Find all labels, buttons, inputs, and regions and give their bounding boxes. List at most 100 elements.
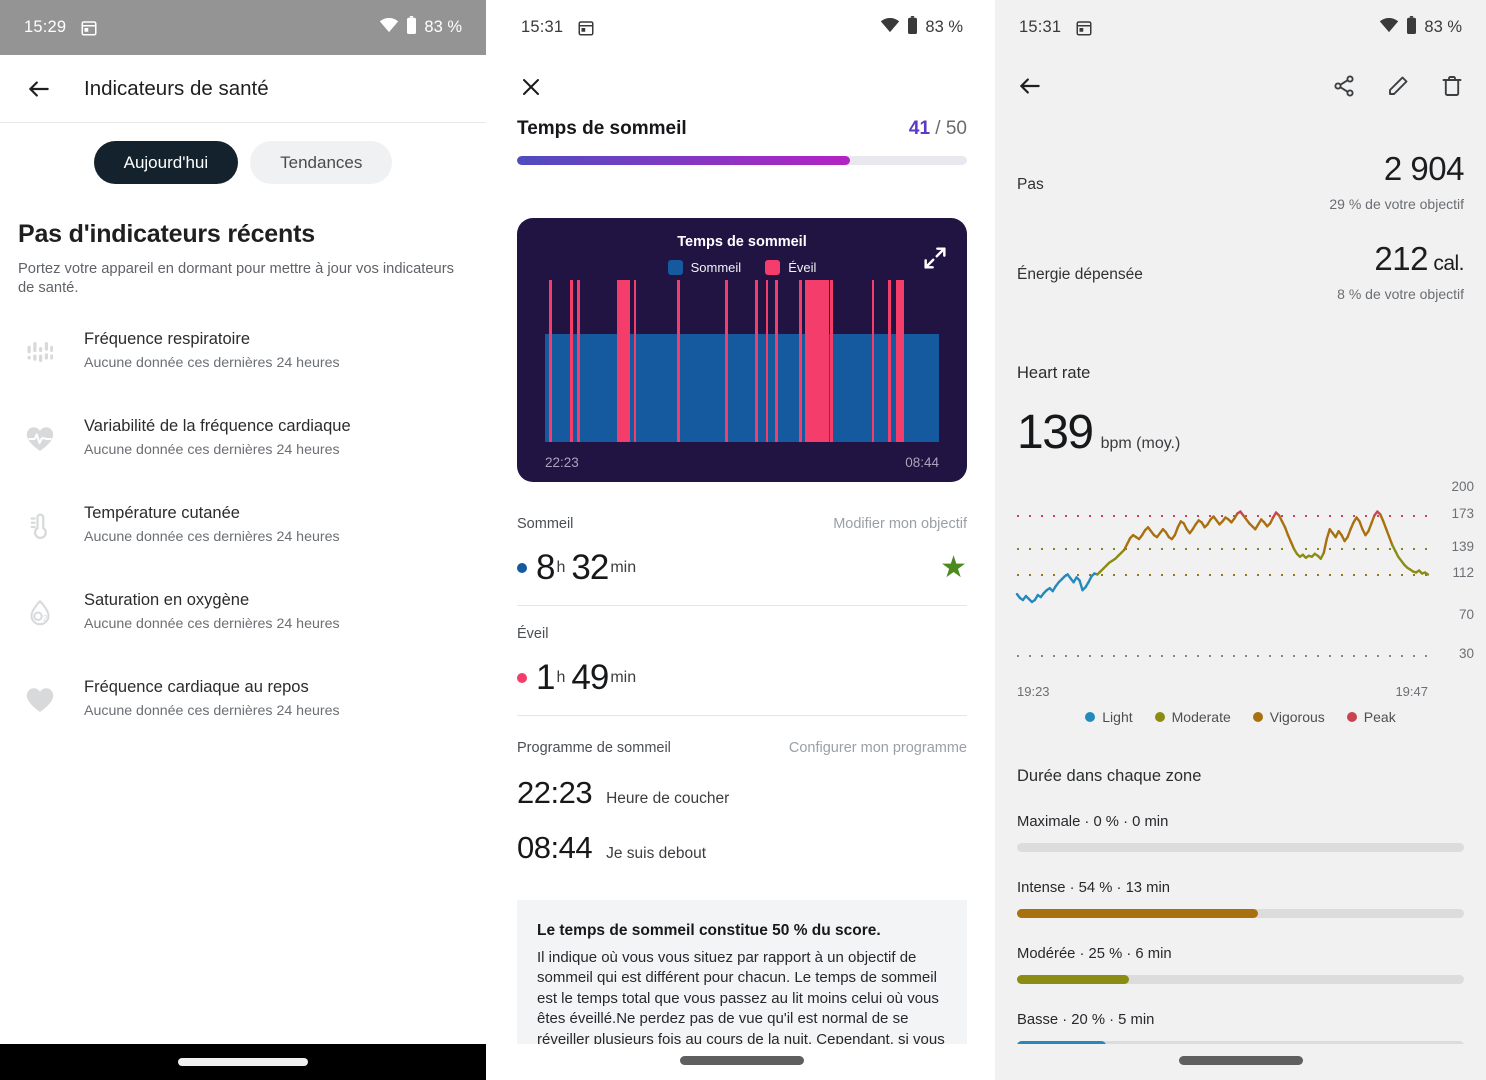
metric-label: Fréquence respiratoire (84, 330, 250, 349)
close-button[interactable] (497, 55, 987, 104)
configure-schedule-link[interactable]: Configurer mon programme (789, 740, 967, 756)
list-item[interactable]: Température cutanée Aucune donnée ces de… (0, 498, 486, 585)
sleep-chart-legend: Sommeil Éveil (517, 260, 967, 275)
score-progress-fill (517, 156, 850, 165)
awake-segment (755, 280, 758, 442)
chart-x-start: 19:23 (1017, 684, 1050, 699)
legend-dot (1252, 712, 1263, 722)
zone-label: Modérée · 25 % · 6 min (1017, 946, 1172, 962)
stat-unit: cal. (1427, 252, 1464, 275)
awake-segment (775, 280, 778, 442)
zone-row-moderee: Modérée · 25 % · 6 min (995, 946, 1486, 984)
heart-rate-title: Heart rate (1017, 364, 1091, 382)
stat-sub: 8 % de votre objectif (1337, 286, 1464, 302)
status-right: 83 % (379, 16, 462, 39)
trash-icon[interactable] (1440, 74, 1464, 103)
wifi-icon (379, 17, 399, 38)
metric-text: Température cutanée Aucune donnée ces de… (84, 498, 340, 545)
schedule-label: Programme de sommeil (517, 740, 671, 756)
calendar-icon (80, 19, 98, 37)
heart-rate-legend: Light Moderate Vigorous Peak (995, 709, 1486, 725)
empty-state-subtitle: Portez votre appareil en dormant pour me… (18, 261, 454, 297)
battery-percent: 83 % (424, 18, 462, 36)
awake-segment (633, 280, 636, 442)
legend-dot (1154, 712, 1165, 722)
share-icon[interactable] (1332, 74, 1356, 103)
status-right: 83 % (880, 16, 963, 39)
legend-label: Éveil (788, 260, 817, 275)
wakeup-label: Je suis debout (606, 845, 707, 862)
back-arrow-icon[interactable] (1017, 73, 1043, 104)
list-item[interactable]: 2 Saturation en oxygène Aucune donnée ce… (0, 585, 486, 672)
zone-row-maximale: Maximale · 0 % · 0 min (995, 814, 1486, 852)
sleep-chart-card[interactable]: Temps de sommeil Sommeil Éveil 22:23 08:… (517, 218, 967, 482)
nav-home-pill[interactable] (680, 1056, 804, 1065)
legend-dot (1346, 712, 1357, 722)
list-item[interactable]: Variabilité de la fréquence cardiaque Au… (0, 411, 486, 498)
sleep-plot-area (545, 280, 939, 442)
awake-segment (895, 280, 904, 442)
heart-rate-value-row: 139 bpm (moy.) (995, 405, 1486, 460)
sleep-minutes: 32 (571, 548, 609, 587)
close-icon (523, 79, 539, 95)
status-right: 83 % (1379, 16, 1462, 39)
oxygen-drop-icon: 2 (18, 591, 62, 635)
expand-icon[interactable] (921, 244, 949, 272)
stat-values: 2 904 29 % de votre objectif (1329, 150, 1464, 212)
chart-y-tick: 112 (1452, 565, 1474, 581)
legend-label: Moderate (1171, 709, 1231, 725)
legend-swatch (765, 260, 781, 275)
edit-goal-link[interactable]: Modifier mon objectif (833, 516, 967, 532)
metric-sub: Aucune donnée ces dernières 24 heures (84, 529, 340, 546)
sleep-duration-row: 8 h 32 min ★ (517, 548, 967, 588)
tab-today[interactable]: Aujourd'hui (93, 141, 239, 184)
divider (517, 715, 967, 716)
awake-hours: 1 (536, 658, 555, 697)
panel-gap (987, 0, 995, 1080)
app-bar-actions (1332, 74, 1464, 103)
back-arrow-icon[interactable] (22, 72, 56, 106)
screen-sleep-time: 15:31 83 % Temps de sommeil 41 / 50 Temp… (497, 0, 987, 1080)
legend-item-sommeil: Sommeil (667, 260, 741, 275)
sleep-hours: 8 (536, 548, 555, 587)
pencil-icon[interactable] (1386, 74, 1410, 103)
panel-gap (486, 0, 497, 1080)
legend-swatch (667, 260, 683, 275)
zone-label: Intense · 54 % · 13 min (1017, 880, 1170, 896)
note-body: Il indique où vous vous situez par rappo… (537, 949, 945, 1048)
stat-number: 212 (1374, 240, 1428, 277)
list-item[interactable]: Fréquence respiratoire Aucune donnée ces… (0, 324, 486, 411)
system-nav-bar (995, 1044, 1486, 1080)
metric-sub: Aucune donnée ces dernières 24 heures (84, 442, 340, 459)
awake-segment (569, 280, 573, 442)
score-value: 41 / 50 (909, 118, 967, 140)
battery-icon (406, 16, 417, 39)
legend-item-peak: Peak (1346, 709, 1396, 725)
thermometer-icon (18, 504, 62, 548)
tab-trends[interactable]: Tendances (250, 141, 393, 184)
wifi-icon (1379, 17, 1399, 38)
screen-activity-detail: 15:31 83 % Pas 2 904 29 % de votre objec… (995, 0, 1486, 1080)
nav-home-pill[interactable] (178, 1058, 308, 1066)
sleep-minute-unit: min (610, 559, 637, 576)
page-title: Indicateurs de santé (84, 76, 269, 100)
awake-hour-unit: h (556, 669, 566, 686)
legend-dot (1085, 712, 1096, 722)
divider (517, 605, 967, 606)
awake-row-header: Éveil (517, 626, 967, 642)
chart-y-tick: 30 (1458, 646, 1474, 661)
nav-home-pill[interactable] (1178, 1056, 1303, 1065)
list-item[interactable]: Fréquence cardiaque au repos Aucune donn… (0, 672, 486, 759)
status-time: 15:31 (521, 18, 564, 36)
wifi-icon (880, 17, 900, 38)
metric-sub: Aucune donnée ces dernières 24 heures (84, 703, 340, 720)
awake-segment (872, 280, 875, 442)
legend-label: Peak (1363, 709, 1396, 725)
respiratory-rate-icon (18, 330, 62, 374)
chart-y-tick: 200 (1451, 479, 1474, 494)
stat-values: 212 cal. 8 % de votre objectif (1337, 240, 1464, 302)
chart-y-tick: 139 (1451, 538, 1474, 554)
awake-duration-row: 1 h 49 min (517, 658, 967, 698)
legend-item-vigorous: Vigorous (1252, 709, 1325, 725)
calendar-icon (1075, 19, 1093, 37)
